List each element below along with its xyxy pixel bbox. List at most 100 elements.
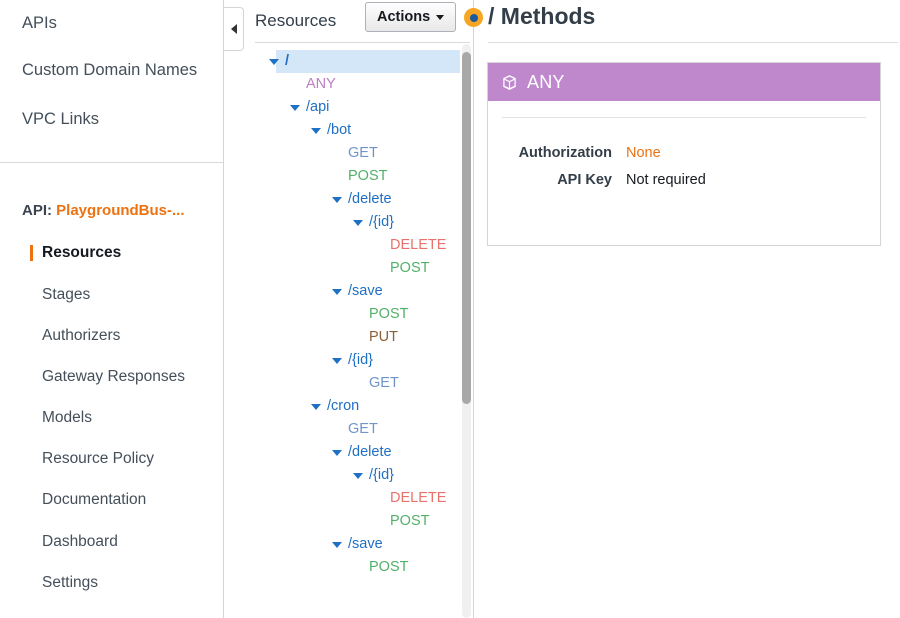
left-navigation: APIs Custom Domain Names VPC Links API: …: [0, 0, 224, 618]
triangle-left-icon: [230, 24, 237, 34]
resource-tree[interactable]: / ANY/api/bot GET POST/delete /{id} DELETE POS…: [245, 50, 473, 618]
resource-tree-scrollbar-thumb[interactable]: [462, 52, 471, 404]
tree-resource-save[interactable]: /save: [245, 280, 473, 303]
tree-method-label[interactable]: POST: [390, 513, 429, 529]
tree-method-label[interactable]: PUT: [369, 329, 398, 345]
nav-item-custom-domain-names[interactable]: Custom Domain Names: [22, 62, 197, 79]
tree-resource-[interactable]: /: [245, 50, 473, 73]
nav-item-vpc-links[interactable]: VPC Links: [22, 111, 99, 128]
method-card-header[interactable]: ANY: [488, 63, 880, 101]
tree-row-selection-highlight: [276, 50, 460, 73]
tree-resource-id[interactable]: /{id}: [245, 349, 473, 372]
tree-resource-label[interactable]: /{id}: [369, 467, 394, 483]
tree-method-post[interactable]: POST: [245, 257, 473, 280]
caret-down-icon[interactable]: [269, 59, 279, 65]
tree-method-post[interactable]: POST: [245, 510, 473, 533]
api-key-value: Not required: [626, 172, 706, 188]
resources-panel-header: Resources Actions: [245, 0, 473, 41]
tree-resource-api[interactable]: /api: [245, 96, 473, 119]
tree-resource-label[interactable]: /delete: [348, 191, 392, 207]
sidebar-item-gateway-responses[interactable]: Gateway Responses: [42, 368, 185, 386]
caret-down-icon[interactable]: [332, 450, 342, 456]
tree-method-label[interactable]: DELETE: [390, 490, 446, 506]
caret-down-icon: [436, 14, 445, 20]
tree-resource-delete[interactable]: /delete: [245, 441, 473, 464]
tree-resource-label[interactable]: /bot: [327, 122, 351, 138]
method-card-name: ANY: [527, 71, 565, 92]
tree-method-post[interactable]: POST: [245, 165, 473, 188]
api-name-header: API: PlaygroundBus-...: [22, 202, 185, 219]
sidebar-item-documentation[interactable]: Documentation: [42, 491, 146, 509]
tree-resource-cron[interactable]: /cron: [245, 395, 473, 418]
tree-method-label[interactable]: POST: [369, 306, 408, 322]
caret-down-icon[interactable]: [332, 197, 342, 203]
caret-down-icon[interactable]: [353, 220, 363, 226]
actions-button[interactable]: Actions: [365, 2, 457, 32]
api-name-value[interactable]: PlaygroundBus-...: [56, 202, 184, 219]
tree-resource-id[interactable]: /{id}: [245, 464, 473, 487]
panel-resize-handle[interactable]: [464, 8, 483, 27]
tree-resource-label[interactable]: /{id}: [369, 214, 394, 230]
tree-resource-id[interactable]: /{id}: [245, 211, 473, 234]
tree-resource-delete[interactable]: /delete: [245, 188, 473, 211]
tree-method-get[interactable]: GET: [245, 142, 473, 165]
authorization-value[interactable]: None: [626, 145, 661, 161]
tree-method-label[interactable]: POST: [369, 559, 408, 575]
tree-method-label[interactable]: GET: [369, 375, 399, 391]
methods-panel: / Methods ANY Authorization None API Key…: [474, 0, 900, 618]
tree-method-get[interactable]: GET: [245, 418, 473, 441]
tree-resource-label[interactable]: /save: [348, 283, 383, 299]
authorization-label: Authorization: [518, 145, 612, 161]
tree-resource-label[interactable]: /{id}: [348, 352, 373, 368]
tree-method-label[interactable]: GET: [348, 421, 378, 437]
tree-resource-save[interactable]: /save: [245, 533, 473, 556]
resource-tree-scrollbar[interactable]: [462, 44, 471, 618]
sidebar-item-resources[interactable]: Resources: [29, 244, 121, 262]
tree-method-delete[interactable]: DELETE: [245, 487, 473, 510]
tree-resource-label[interactable]: /: [285, 53, 289, 69]
nav-item-apis[interactable]: APIs: [22, 15, 57, 32]
resources-panel: Resources Actions / ANY/api/bot GET POST/de…: [245, 0, 473, 618]
tree-method-get[interactable]: GET: [245, 372, 473, 395]
tree-method-post[interactable]: POST: [245, 303, 473, 326]
api-key-label: API Key: [557, 172, 612, 188]
tree-method-label[interactable]: POST: [390, 260, 429, 276]
caret-down-icon[interactable]: [311, 404, 321, 410]
sidebar-item-settings[interactable]: Settings: [42, 574, 98, 592]
caret-down-icon[interactable]: [332, 542, 342, 548]
sidebar-item-dashboard[interactable]: Dashboard: [42, 533, 118, 551]
tree-method-put[interactable]: PUT: [245, 326, 473, 349]
api-gateway-console: APIs Custom Domain Names VPC Links API: …: [0, 0, 900, 618]
tree-method-post[interactable]: POST: [245, 556, 473, 579]
resources-panel-title: Resources: [255, 11, 337, 30]
page-title: / Methods: [488, 3, 596, 29]
tree-resource-label[interactable]: /delete: [348, 444, 392, 460]
authorization-row: Authorization None: [512, 145, 661, 161]
api-prefix-label: API:: [22, 202, 52, 219]
api-key-row: API Key Not required: [512, 172, 706, 188]
method-summary-card: ANY Authorization None API Key Not requi…: [487, 62, 881, 246]
tree-resource-label[interactable]: /save: [348, 536, 383, 552]
tree-method-delete[interactable]: DELETE: [245, 234, 473, 257]
caret-down-icon[interactable]: [332, 289, 342, 295]
methods-header-divider: [488, 42, 898, 43]
tree-method-label[interactable]: POST: [348, 168, 387, 184]
caret-down-icon[interactable]: [332, 358, 342, 364]
caret-down-icon[interactable]: [353, 473, 363, 479]
actions-button-label: Actions: [377, 9, 431, 25]
tree-resource-label[interactable]: /api: [306, 99, 329, 115]
tree-method-any[interactable]: ANY: [245, 73, 473, 96]
tree-resource-bot[interactable]: /bot: [245, 119, 473, 142]
caret-down-icon[interactable]: [311, 128, 321, 134]
sidebar-item-authorizers[interactable]: Authorizers: [42, 327, 120, 345]
tree-resource-label[interactable]: /cron: [327, 398, 359, 414]
tree-method-label[interactable]: DELETE: [390, 237, 446, 253]
sidebar-collapse-button[interactable]: [224, 7, 244, 51]
sidebar-item-resource-policy[interactable]: Resource Policy: [42, 450, 154, 468]
nav-divider: [0, 162, 223, 163]
caret-down-icon[interactable]: [290, 105, 300, 111]
tree-method-label[interactable]: ANY: [306, 76, 336, 92]
sidebar-item-stages[interactable]: Stages: [42, 286, 90, 304]
tree-method-label[interactable]: GET: [348, 145, 378, 161]
sidebar-item-models[interactable]: Models: [42, 409, 92, 427]
